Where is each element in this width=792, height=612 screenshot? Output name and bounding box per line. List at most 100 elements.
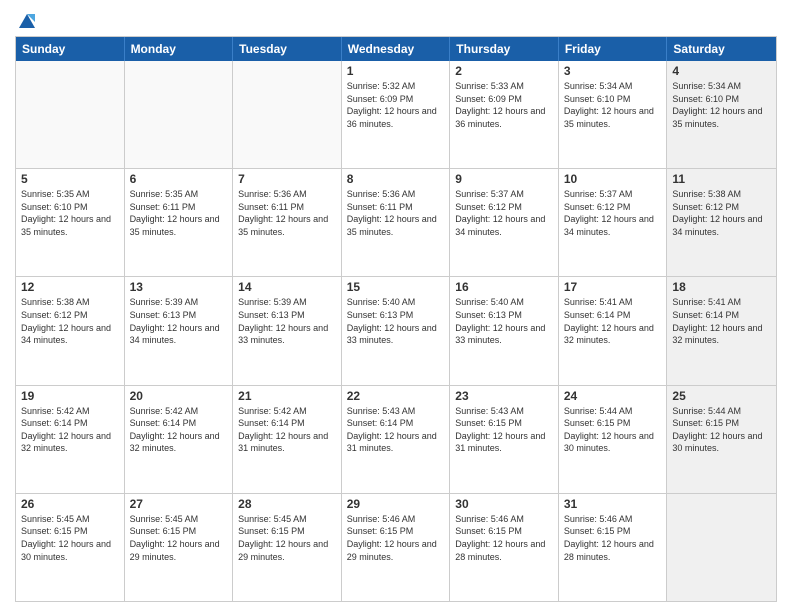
calendar-cell <box>125 61 234 168</box>
day-number: 13 <box>130 280 228 294</box>
calendar-cell: 5 Sunrise: 5:35 AM Sunset: 6:10 PM Daylig… <box>16 169 125 276</box>
day-info: Sunrise: 5:40 AM Sunset: 6:13 PM Dayligh… <box>455 296 553 346</box>
calendar: SundayMondayTuesdayWednesdayThursdayFrid… <box>15 36 777 602</box>
calendar-cell: 2Sunrise: 5:33 AM Sunset: 6:09 PM Daylig… <box>450 61 559 168</box>
day-info: Sunrise: 5:34 AM Sunset: 6:10 PM Dayligh… <box>672 80 771 130</box>
day-number: 15 <box>347 280 445 294</box>
day-number: 14 <box>238 280 336 294</box>
calendar-cell <box>667 494 776 601</box>
calendar-cell: 18Sunrise: 5:41 AM Sunset: 6:14 PM Dayli… <box>667 277 776 384</box>
calendar-header: SundayMondayTuesdayWednesdayThursdayFrid… <box>16 37 776 61</box>
header-cell-sunday: Sunday <box>16 37 125 61</box>
day-info: Sunrise: 5:44 AM Sunset: 6:15 PM Dayligh… <box>564 405 662 455</box>
calendar-cell: 22Sunrise: 5:43 AM Sunset: 6:14 PM Dayli… <box>342 386 451 493</box>
day-number: 10 <box>564 172 662 186</box>
logo-icon <box>17 10 37 30</box>
calendar-cell: 27 Sunrise: 5:45 AM Sunset: 6:15 PM Dayli… <box>125 494 234 601</box>
day-number: 30 <box>455 497 553 511</box>
header-cell-tuesday: Tuesday <box>233 37 342 61</box>
calendar-cell: 21 Sunrise: 5:42 AM Sunset: 6:14 PM Dayli… <box>233 386 342 493</box>
day-info: Sunrise: 5:32 AM Sunset: 6:09 PM Dayligh… <box>347 80 445 130</box>
day-info: Sunrise: 5:45 AM Sunset: 6:15 PM Dayligh… <box>130 513 228 563</box>
calendar-cell: 12 Sunrise: 5:38 AM Sunset: 6:12 PM Dayli… <box>16 277 125 384</box>
calendar-cell: 3 Sunrise: 5:34 AM Sunset: 6:10 PM Daylig… <box>559 61 668 168</box>
header-cell-friday: Friday <box>559 37 668 61</box>
day-number: 2 <box>455 64 553 78</box>
calendar-cell: 31 Sunrise: 5:46 AM Sunset: 6:15 PM Dayli… <box>559 494 668 601</box>
day-number: 3 <box>564 64 662 78</box>
day-number: 11 <box>672 172 771 186</box>
day-info: Sunrise: 5:40 AM Sunset: 6:13 PM Dayligh… <box>347 296 445 346</box>
day-number: 21 <box>238 389 336 403</box>
day-number: 25 <box>672 389 771 403</box>
calendar-cell: 4 Sunrise: 5:34 AM Sunset: 6:10 PM Daylig… <box>667 61 776 168</box>
day-number: 4 <box>672 64 771 78</box>
day-info: Sunrise: 5:44 AM Sunset: 6:15 PM Dayligh… <box>672 405 771 455</box>
day-info: Sunrise: 5:45 AM Sunset: 6:15 PM Dayligh… <box>21 513 119 563</box>
calendar-cell: 7 Sunrise: 5:36 AM Sunset: 6:11 PM Daylig… <box>233 169 342 276</box>
day-number: 19 <box>21 389 119 403</box>
day-info: Sunrise: 5:34 AM Sunset: 6:10 PM Dayligh… <box>564 80 662 130</box>
page: SundayMondayTuesdayWednesdayThursdayFrid… <box>0 0 792 612</box>
day-number: 27 <box>130 497 228 511</box>
day-number: 1 <box>347 64 445 78</box>
calendar-cell: 29Sunrise: 5:46 AM Sunset: 6:15 PM Dayli… <box>342 494 451 601</box>
calendar-cell: 13 Sunrise: 5:39 AM Sunset: 6:13 PM Dayli… <box>125 277 234 384</box>
calendar-cell: 24 Sunrise: 5:44 AM Sunset: 6:15 PM Dayli… <box>559 386 668 493</box>
calendar-cell: 17Sunrise: 5:41 AM Sunset: 6:14 PM Dayli… <box>559 277 668 384</box>
calendar-row-1: 5 Sunrise: 5:35 AM Sunset: 6:10 PM Daylig… <box>16 168 776 276</box>
calendar-cell: 30 Sunrise: 5:46 AM Sunset: 6:15 PM Dayli… <box>450 494 559 601</box>
day-number: 23 <box>455 389 553 403</box>
day-info: Sunrise: 5:43 AM Sunset: 6:14 PM Dayligh… <box>347 405 445 455</box>
day-number: 26 <box>21 497 119 511</box>
day-number: 17 <box>564 280 662 294</box>
header-cell-wednesday: Wednesday <box>342 37 451 61</box>
day-number: 31 <box>564 497 662 511</box>
day-info: Sunrise: 5:39 AM Sunset: 6:13 PM Dayligh… <box>130 296 228 346</box>
day-number: 12 <box>21 280 119 294</box>
day-info: Sunrise: 5:46 AM Sunset: 6:15 PM Dayligh… <box>347 513 445 563</box>
logo <box>15 10 37 28</box>
day-number: 16 <box>455 280 553 294</box>
day-number: 5 <box>21 172 119 186</box>
calendar-cell: 9Sunrise: 5:37 AM Sunset: 6:12 PM Daylig… <box>450 169 559 276</box>
calendar-row-0: 1 Sunrise: 5:32 AM Sunset: 6:09 PM Daylig… <box>16 61 776 168</box>
day-info: Sunrise: 5:35 AM Sunset: 6:10 PM Dayligh… <box>21 188 119 238</box>
calendar-cell: 15 Sunrise: 5:40 AM Sunset: 6:13 PM Dayli… <box>342 277 451 384</box>
calendar-cell: 6 Sunrise: 5:35 AM Sunset: 6:11 PM Daylig… <box>125 169 234 276</box>
calendar-cell: 10 Sunrise: 5:37 AM Sunset: 6:12 PM Dayli… <box>559 169 668 276</box>
day-number: 24 <box>564 389 662 403</box>
calendar-cell: 20 Sunrise: 5:42 AM Sunset: 6:14 PM Dayli… <box>125 386 234 493</box>
header-cell-thursday: Thursday <box>450 37 559 61</box>
day-info: Sunrise: 5:42 AM Sunset: 6:14 PM Dayligh… <box>238 405 336 455</box>
day-info: Sunrise: 5:42 AM Sunset: 6:14 PM Dayligh… <box>130 405 228 455</box>
day-info: Sunrise: 5:45 AM Sunset: 6:15 PM Dayligh… <box>238 513 336 563</box>
day-number: 7 <box>238 172 336 186</box>
calendar-row-2: 12 Sunrise: 5:38 AM Sunset: 6:12 PM Dayli… <box>16 276 776 384</box>
calendar-cell: 16 Sunrise: 5:40 AM Sunset: 6:13 PM Dayli… <box>450 277 559 384</box>
day-info: Sunrise: 5:36 AM Sunset: 6:11 PM Dayligh… <box>238 188 336 238</box>
calendar-cell: 19 Sunrise: 5:42 AM Sunset: 6:14 PM Dayli… <box>16 386 125 493</box>
day-info: Sunrise: 5:38 AM Sunset: 6:12 PM Dayligh… <box>21 296 119 346</box>
day-info: Sunrise: 5:37 AM Sunset: 6:12 PM Dayligh… <box>564 188 662 238</box>
day-info: Sunrise: 5:39 AM Sunset: 6:13 PM Dayligh… <box>238 296 336 346</box>
day-info: Sunrise: 5:46 AM Sunset: 6:15 PM Dayligh… <box>455 513 553 563</box>
calendar-cell: 1 Sunrise: 5:32 AM Sunset: 6:09 PM Daylig… <box>342 61 451 168</box>
day-number: 6 <box>130 172 228 186</box>
day-number: 9 <box>455 172 553 186</box>
day-info: Sunrise: 5:42 AM Sunset: 6:14 PM Dayligh… <box>21 405 119 455</box>
day-info: Sunrise: 5:46 AM Sunset: 6:15 PM Dayligh… <box>564 513 662 563</box>
calendar-cell <box>233 61 342 168</box>
day-info: Sunrise: 5:35 AM Sunset: 6:11 PM Dayligh… <box>130 188 228 238</box>
calendar-row-4: 26 Sunrise: 5:45 AM Sunset: 6:15 PM Dayli… <box>16 493 776 601</box>
calendar-cell: 23Sunrise: 5:43 AM Sunset: 6:15 PM Dayli… <box>450 386 559 493</box>
day-info: Sunrise: 5:38 AM Sunset: 6:12 PM Dayligh… <box>672 188 771 238</box>
day-info: Sunrise: 5:36 AM Sunset: 6:11 PM Dayligh… <box>347 188 445 238</box>
calendar-cell: 25 Sunrise: 5:44 AM Sunset: 6:15 PM Dayli… <box>667 386 776 493</box>
day-number: 8 <box>347 172 445 186</box>
calendar-body: 1 Sunrise: 5:32 AM Sunset: 6:09 PM Daylig… <box>16 61 776 601</box>
calendar-cell: 8 Sunrise: 5:36 AM Sunset: 6:11 PM Daylig… <box>342 169 451 276</box>
calendar-cell: 28Sunrise: 5:45 AM Sunset: 6:15 PM Dayli… <box>233 494 342 601</box>
day-number: 20 <box>130 389 228 403</box>
header-cell-monday: Monday <box>125 37 234 61</box>
